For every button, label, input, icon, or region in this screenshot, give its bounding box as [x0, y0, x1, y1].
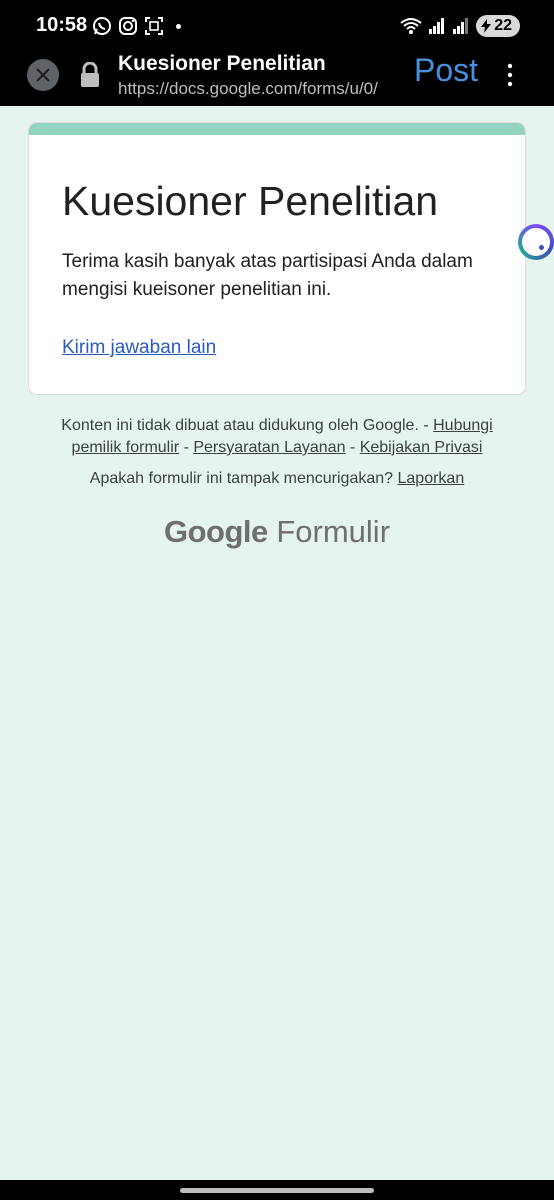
post-button[interactable]: Post: [414, 52, 478, 89]
confirmation-card: Kuesioner Penelitian Terima kasih banyak…: [28, 122, 526, 395]
logo-product: Formulir: [276, 514, 391, 549]
system-icons: 22: [400, 15, 520, 37]
submit-another-response-link[interactable]: Kirim jawaban lain: [62, 337, 216, 359]
status-bar: 10:58 22: [0, 0, 554, 52]
separator: -: [349, 439, 356, 456]
battery-charging-icon: [481, 19, 492, 33]
separator: -: [183, 439, 189, 456]
notification-icons: [92, 16, 181, 36]
signal-icon-1: [429, 18, 445, 34]
page-url[interactable]: https://docs.google.com/forms/u/0/: [118, 79, 378, 99]
assistant-bubble-icon: [522, 228, 550, 256]
battery-level: 22: [494, 17, 512, 34]
more-notifications-dot: [176, 23, 181, 29]
report-section: Apakah formulir ini tampak mencurigakan?…: [40, 470, 514, 488]
status-time: 10:58: [36, 14, 88, 36]
instagram-icon: [119, 17, 137, 35]
report-link[interactable]: Laporkan: [398, 470, 465, 487]
report-question: Apakah formulir ini tampak mencurigakan?: [89, 470, 394, 487]
logo-brand: Google: [163, 514, 268, 549]
disclaimer-text: Konten ini tidak dibuat atau didukung ol…: [61, 417, 429, 434]
home-gesture-handle[interactable]: [180, 1188, 374, 1193]
page-title: Kuesioner Penelitian: [118, 52, 326, 75]
terms-of-service-link[interactable]: Persyaratan Layanan: [193, 439, 345, 456]
floating-assistant-bubble[interactable]: [518, 224, 554, 260]
form-title: Kuesioner Penelitian: [62, 178, 439, 224]
card-accent-bar: [29, 123, 525, 135]
google-forms-logo[interactable]: Google Formulir: [0, 514, 554, 550]
screenshot-icon: [145, 17, 163, 35]
navigation-bar: [0, 1180, 554, 1200]
whatsapp-icon: [93, 17, 111, 35]
privacy-policy-link[interactable]: Kebijakan Privasi: [360, 439, 483, 456]
close-icon: [36, 68, 50, 82]
custom-tab-toolbar: Kuesioner Penelitian https://docs.google…: [0, 52, 554, 106]
wifi-icon: [400, 18, 422, 34]
battery-indicator: 22: [476, 15, 520, 37]
confirmation-message: Terima kasih banyak atas partisipasi And…: [62, 251, 473, 300]
signal-icon-2: [453, 18, 469, 34]
lock-icon[interactable]: [79, 62, 101, 88]
footer-disclaimer: Konten ini tidak dibuat atau didukung ol…: [40, 415, 514, 459]
close-tab-button[interactable]: [27, 59, 59, 91]
more-options-icon[interactable]: [502, 62, 518, 88]
